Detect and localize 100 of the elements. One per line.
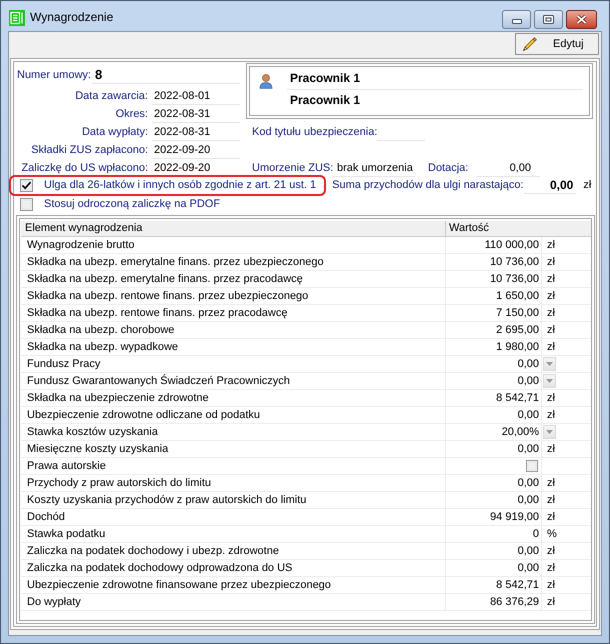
element-name: Składka na ubezp. chorobowe (27, 324, 174, 336)
minimize-button[interactable] (502, 10, 531, 29)
element-name: Składka na ubezp. wypadkowe (27, 340, 178, 354)
person-icon (258, 73, 274, 89)
column-header[interactable]: Element wynagrodzenia (21, 221, 446, 237)
close-button[interactable] (566, 10, 597, 29)
option-label[interactable]: Ulga dla 26-latków i innych osób zgodnie z art. 21 ust. 1 (44, 179, 316, 192)
element-name: Składka na ubezp. emerytalne finans. przez ubezpieczonego (27, 256, 324, 268)
unit-label: zł (547, 476, 555, 490)
checkbox[interactable] (20, 179, 33, 192)
employee-name: Pracownik 1 (289, 71, 360, 86)
date-field: 2022-08-31 (152, 106, 240, 122)
amount-value: 0,00 (518, 358, 539, 370)
element-name: Stawka kosztów uzyskania (27, 426, 158, 438)
column-header[interactable]: Wartość (446, 221, 591, 237)
amount-value: 20,00% (502, 426, 539, 438)
field-label: Numer umowy: (17, 68, 91, 82)
unit-label: zł (547, 272, 555, 286)
element-name: Do wypłaty (27, 596, 81, 608)
amount-value: 0,00 (518, 408, 539, 422)
window-title: Wynagrodzenie (30, 9, 114, 26)
caret-icon (546, 379, 553, 383)
field-label: Suma przychodów dla ulgi narastająco: (332, 179, 524, 192)
option-label[interactable]: Stosuj odroczoną zaliczkę na PDOF (44, 198, 220, 211)
amount-value: 7 150,00 (496, 306, 539, 320)
amount-value: 10 736,00 (490, 272, 539, 286)
dropdown-button[interactable] (543, 357, 556, 371)
field-label: Zaliczkę do US wpłacono: (21, 162, 148, 174)
field-label: Data zawarcia: (75, 90, 148, 102)
date-field: 2022-09-20 (152, 160, 240, 176)
amount-value: 0,00 (518, 494, 539, 506)
amount-value: 1 980,00 (496, 340, 539, 354)
field-label: Umorzenie ZUS: (252, 162, 334, 174)
app-icon (9, 10, 25, 26)
field-label: Data wypłaty: (82, 126, 148, 138)
element-name: Fundusz Pracy (27, 358, 100, 370)
unit-label: zł (547, 290, 555, 302)
element-name: Fundusz Gwarantowanych Świadczeń Pracowniczych (27, 374, 290, 388)
element-name: Przychody z praw autorskich do limitu (27, 476, 212, 490)
unit-label: % (547, 528, 557, 540)
element-name: Ubezpieczenie zdrowotne odliczane od podatku (27, 408, 260, 422)
caret-icon (546, 362, 553, 366)
checkbox[interactable] (526, 460, 538, 472)
element-name: Składka na ubezp. emerytalne finans. przez pracodawcę (27, 272, 303, 286)
element-name: Stawka podatku (27, 528, 106, 540)
field-label: Dotacja: (428, 162, 468, 174)
minimize-icon (512, 19, 522, 24)
unit-label: zł (547, 578, 555, 592)
relief-total-field: 0,00 (524, 177, 576, 194)
element-name: Wynagrodzenie brutto (27, 238, 135, 252)
amount-value: 1 650,00 (496, 290, 539, 302)
checkbox[interactable] (20, 198, 33, 211)
element-name: Składka na ubezpieczenie zdrowotne (27, 392, 209, 404)
unit-label: zł (547, 494, 555, 506)
field-label: Składki ZUS zapłacono: (31, 144, 148, 156)
amount-value: 0,00 (518, 374, 539, 388)
amount-value: 110 000,00 (484, 238, 539, 252)
unit-label: zł (547, 306, 555, 320)
element-name: Zaliczka na podatek dochodowy odprowadzona do US (27, 562, 292, 574)
amount-value: 0,00 (518, 442, 539, 456)
maximize-icon (543, 15, 554, 24)
maximize-button[interactable] (534, 10, 563, 29)
date-field: 2022-08-31 (152, 124, 240, 140)
unit-label: zł (547, 562, 555, 574)
amount-value: 0,00 (518, 544, 539, 558)
unit-label: zł (547, 544, 555, 558)
date-field: 2022-08-01 (152, 88, 240, 104)
field-label: Okres: (116, 108, 148, 120)
unit-label: zł (547, 392, 555, 404)
element-name: Składka na ubezp. rentowe finans. przez pracodawcę (27, 306, 288, 320)
dropdown-button[interactable] (543, 425, 556, 439)
unit-label: zł (547, 510, 555, 524)
amount-value: 8 542,71 (496, 578, 539, 592)
pencil-icon (522, 36, 538, 52)
element-name: Ubezpieczenie zdrowotne finansowane przez ubezpieczonego (27, 578, 331, 592)
amount-value: 86 376,29 (490, 596, 539, 608)
dropdown-button[interactable] (543, 374, 556, 388)
subsidy-field: 0,00 (476, 160, 540, 176)
currency-label: zł (583, 179, 592, 192)
edit-button[interactable]: Edytuj (515, 33, 599, 55)
element-name: Dochód (27, 510, 65, 524)
amount-value: 8 542,71 (496, 392, 539, 404)
unit-label: zł (547, 442, 555, 456)
remission-field: brak umorzenia (333, 160, 415, 176)
caret-icon (546, 430, 553, 434)
unit-label: zł (547, 408, 555, 422)
amount-value: 0,00 (518, 476, 539, 490)
element-name: Koszty uzyskania przychodów z praw autorskich do limitu (27, 494, 306, 506)
amount-value: 94 919,00 (490, 510, 539, 524)
date-field: 2022-09-20 (152, 142, 240, 158)
unit-label: zł (547, 596, 555, 608)
unit-label: zł (547, 238, 555, 252)
element-name: Zaliczka na podatek dochodowy i ubezp. zdrowotne (27, 544, 279, 558)
employee-name: Pracownik 1 (289, 93, 360, 108)
element-name: Prawa autorskie (27, 460, 106, 472)
field-label: Kod tytułu ubezpieczenia: (252, 126, 378, 138)
element-name: Składka na ubezp. rentowe finans. przez ubezpieczonego (27, 290, 308, 302)
amount-value: 2 695,00 (496, 324, 539, 336)
amount-value: 10 736,00 (490, 256, 539, 268)
element-name: Miesięczne koszty uzyskania (27, 442, 168, 456)
